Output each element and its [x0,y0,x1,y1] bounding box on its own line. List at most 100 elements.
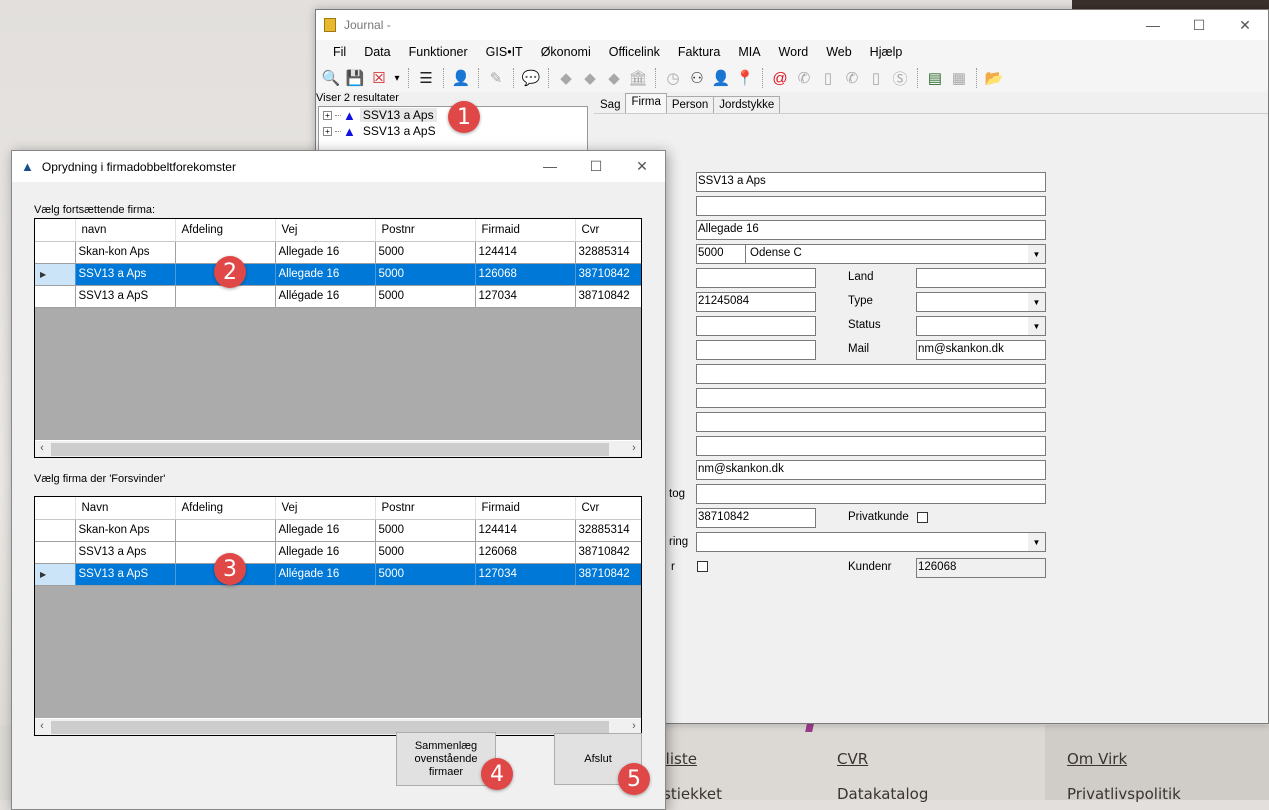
delete-list-icon[interactable]: ☒ [368,67,390,89]
wide-field-2[interactable] [696,388,1046,408]
email2-field[interactable]: nm@skankon.dk [696,460,1046,480]
menu-word[interactable]: Word [770,45,818,59]
wide-field-4[interactable] [696,436,1046,456]
footer-link-cvr[interactable]: CVR [837,750,868,768]
cell-vej[interactable]: Allégade 16 [275,285,376,308]
row-selector[interactable] [35,241,76,264]
scroll-right-icon[interactable]: › [627,720,641,732]
binoculars-icon[interactable]: ⚇ [686,67,708,89]
column-header-vej[interactable]: Vej [275,219,376,242]
wide-field-3[interactable] [696,412,1046,432]
company-name-field[interactable]: SSV13 a Aps [696,172,1046,192]
menu-data[interactable]: Data [355,45,399,59]
row-selector[interactable] [35,541,76,564]
cell-navn[interactable]: Skan-kon Aps [75,519,176,542]
cell-cvr[interactable]: 38710842 [575,263,641,286]
field-left-4[interactable] [696,340,816,360]
menu-hjaelp[interactable]: Hjælp [861,45,912,59]
phone-alt-icon[interactable]: ✆ [841,67,863,89]
tag-alt-icon[interactable]: ◆ [603,67,625,89]
mail-field[interactable]: nm@skankon.dk [916,340,1046,360]
column-header-navn[interactable]: Navn [75,497,176,520]
row-selector[interactable]: ▶ [35,263,76,286]
cell-postnr[interactable]: 5000 [375,241,476,264]
cell-firmaid[interactable]: 124414 [475,241,576,264]
expand-icon[interactable]: + [323,126,332,136]
row-selector[interactable]: ▶ [35,563,76,586]
column-header-cvr[interactable]: Cvr [575,497,641,520]
save-icon[interactable]: 💾 [344,67,366,89]
privatkunde-checkbox[interactable] [917,512,928,523]
person-icon[interactable]: 👤 [450,67,472,89]
cell-postnr[interactable]: 5000 [375,519,476,542]
menu-fil[interactable]: Fil [324,45,355,59]
company-name2-field[interactable] [696,196,1046,216]
table-row[interactable]: SSV13 a Aps Allegade 16 5000 126068 38710842 [35,541,641,564]
cell-afdeling[interactable] [175,519,276,542]
bank-icon[interactable]: 🏛 [627,67,649,89]
ring-dropdown[interactable]: ▼ [696,532,1046,552]
calendar-icon[interactable]: ▦ [948,67,970,89]
table-row[interactable]: Skan-kon Aps Allegade 16 5000 124414 3288531… [35,519,641,542]
scroll-right-icon[interactable]: › [627,442,641,454]
continuing-company-grid[interactable]: navn Afdeling Vej Postnr Firmaid Cvr Skan-kon … [34,218,642,458]
menu-web[interactable]: Web [817,45,860,59]
dialog-maximize-button[interactable]: ☐ [573,151,619,181]
scroll-left-icon[interactable]: ‹ [35,720,49,732]
tab-person[interactable]: Person [665,96,715,114]
column-header-afdeling[interactable]: Afdeling [175,497,276,520]
email-icon[interactable]: @ [769,67,791,89]
cell-vej[interactable]: Allegade 16 [275,241,376,264]
tag-number-icon[interactable]: ◆ [579,67,601,89]
cell-firmaid[interactable]: 127034 [475,285,576,308]
address-field[interactable]: Allegade 16 [696,220,1046,240]
cell-navn[interactable]: SSV13 a Aps [75,263,176,286]
dialog-close-button[interactable]: ✕ [619,151,665,181]
cell-navn[interactable]: SSV13 a ApS [75,285,176,308]
person-search-icon[interactable]: 👤 [710,67,732,89]
cell-navn[interactable]: Skan-kon Aps [75,241,176,264]
footer-link-privatlivspolitik[interactable]: Privatlivspolitik [1067,785,1181,803]
menu-gis-it[interactable]: GIS•IT [477,45,532,59]
postnr-field[interactable]: 5000 [696,244,746,264]
tree-item-label[interactable]: SSV13 a Aps [359,108,437,122]
chat-icon[interactable]: 💬 [520,67,542,89]
scrollbar-thumb[interactable] [51,443,609,456]
phone-field[interactable]: 21245084 [696,292,816,312]
table-row[interactable]: ▶ SSV13 a Aps Allegade 16 5000 126068 3871084… [35,263,641,286]
map-edit-icon[interactable]: ✎ [485,67,507,89]
mobile-icon[interactable]: ▯ [817,67,839,89]
close-button[interactable]: ✕ [1222,10,1268,40]
cell-postnr[interactable]: 5000 [375,563,476,586]
location-pin-icon[interactable]: 📍 [734,67,756,89]
column-header-postnr[interactable]: Postnr [375,219,476,242]
dropdown-arrow-icon[interactable]: ▾ [392,67,402,89]
contact-card-icon[interactable]: ▤ [924,67,946,89]
column-header-firmaid[interactable]: Firmaid [475,497,576,520]
column-header-navn[interactable]: navn [75,219,176,242]
column-header-cvr[interactable]: Cvr [575,219,641,242]
cell-navn[interactable]: SSV13 a Aps [75,541,176,564]
expand-icon[interactable]: + [323,110,332,120]
cvr-field[interactable]: 38710842 [696,508,816,528]
tree-item-label[interactable]: SSV13 a ApS [360,124,439,138]
maximize-button[interactable]: ☐ [1176,10,1222,40]
menu-officelink[interactable]: Officelink [600,45,669,59]
chevron-down-icon[interactable]: ▼ [1028,293,1045,311]
disappearing-company-grid[interactable]: Navn Afdeling Vej Postnr Firmaid Cvr Skan-kon … [34,496,642,736]
status-dropdown[interactable]: ▼ [916,316,1046,336]
cell-firmaid[interactable]: 126068 [475,263,576,286]
menu-funktioner[interactable]: Funktioner [400,45,477,59]
column-header-postnr[interactable]: Postnr [375,497,476,520]
scroll-left-icon[interactable]: ‹ [35,442,49,454]
table-row[interactable]: ▶ SSV13 a ApS Allégade 16 5000 127034 3871084… [35,563,641,586]
chevron-down-icon[interactable]: ▼ [1028,245,1045,263]
footer-link-stiekket[interactable]: stiekket [663,785,722,803]
cell-firmaid[interactable]: 126068 [475,541,576,564]
column-header-firmaid[interactable]: Firmaid [475,219,576,242]
horizontal-scrollbar[interactable]: ‹ › [35,440,641,457]
tab-firma[interactable]: Firma [625,93,667,114]
row-selector[interactable] [35,519,76,542]
folder-binoculars-icon[interactable]: 📂 [983,67,1005,89]
chevron-down-icon[interactable]: ▼ [1028,533,1045,551]
